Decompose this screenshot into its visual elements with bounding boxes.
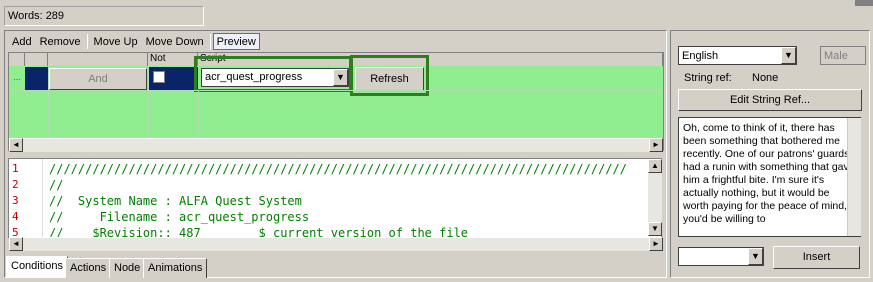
- move-up-button[interactable]: Move Up: [90, 33, 142, 50]
- scroll-right-icon[interactable]: ►: [649, 138, 663, 152]
- tab-node[interactable]: Node: [109, 258, 146, 278]
- scroll-right-icon[interactable]: ►: [649, 237, 663, 251]
- string-ref-value: None: [752, 72, 779, 84]
- insert-token-dropdown[interactable]: ▼: [678, 247, 764, 266]
- language-value: English: [682, 50, 719, 62]
- tab-conditions[interactable]: Conditions: [6, 256, 68, 278]
- script-dropdown[interactable]: acr_quest_progress ▼: [201, 68, 349, 87]
- string-ref-label: String ref:: [684, 72, 732, 84]
- line-number: 2: [12, 178, 19, 191]
- scroll-left-icon[interactable]: ◄: [9, 138, 23, 152]
- grid-col-divider: [48, 66, 49, 138]
- script-preview-editor[interactable]: 1 2 3 4 5 //////////////////////////////…: [8, 158, 662, 238]
- language-dropdown[interactable]: English ▼: [678, 46, 797, 65]
- grid-horizontal-scrollbar[interactable]: [9, 138, 663, 152]
- grid-header-blank: [9, 53, 25, 66]
- text-vertical-scrollbar[interactable]: [847, 118, 861, 236]
- not-checkbox[interactable]: [153, 71, 165, 83]
- dialogue-text-area[interactable]: Oh, come to think of it, there has been …: [678, 117, 861, 237]
- preview-button[interactable]: Preview: [212, 32, 260, 50]
- scroll-down-icon[interactable]: ▼: [648, 222, 662, 236]
- word-count: Words: 289: [4, 6, 204, 26]
- scroll-up-icon[interactable]: ▲: [648, 159, 662, 173]
- code-line: // System Name : ALFA Quest System: [49, 194, 302, 208]
- code-line: // Filename : acr_quest_progress: [49, 210, 310, 224]
- code-line: //: [49, 178, 64, 192]
- insert-button[interactable]: Insert: [773, 246, 860, 269]
- window-edge: [855, 0, 873, 6]
- grid-col-divider: [148, 66, 149, 138]
- grid-col-divider: [198, 90, 199, 138]
- code-line: ////////////////////////////////////////…: [49, 162, 627, 176]
- scroll-left-icon[interactable]: ◄: [9, 237, 23, 251]
- grid-header-operator: [48, 53, 148, 66]
- conditions-toolbar: Add Remove Move Up Move Down Preview: [8, 32, 260, 50]
- refresh-button[interactable]: Refresh: [355, 67, 424, 91]
- toolbar-separator: [86, 33, 88, 49]
- move-down-button[interactable]: Move Down: [142, 33, 208, 50]
- grid-header-not: Not: [148, 53, 198, 66]
- and-operator-button[interactable]: And: [49, 68, 147, 90]
- grid-header-blank: [25, 53, 48, 66]
- script-dropdown-value: acr_quest_progress: [205, 71, 303, 83]
- chevron-down-icon[interactable]: ▼: [748, 248, 763, 265]
- line-number: 4: [12, 210, 19, 223]
- edit-string-ref-button[interactable]: Edit String Ref...: [678, 89, 862, 111]
- gender-dropdown: Male: [820, 46, 866, 65]
- row-selector[interactable]: ...: [9, 67, 25, 90]
- add-button[interactable]: Add: [8, 33, 36, 50]
- tab-actions[interactable]: Actions: [65, 258, 112, 278]
- grid-row-divider: [9, 90, 663, 91]
- line-number: 3: [12, 194, 19, 207]
- chevron-down-icon[interactable]: ▼: [333, 69, 348, 86]
- editor-horizontal-scrollbar[interactable]: [9, 237, 663, 251]
- remove-button[interactable]: Remove: [36, 33, 85, 50]
- tab-animations[interactable]: Animations: [143, 258, 208, 278]
- toolbar-separator: [209, 33, 211, 49]
- chevron-down-icon[interactable]: ▼: [781, 47, 796, 64]
- line-number: 1: [12, 162, 19, 175]
- row-indicator-cell[interactable]: [25, 67, 48, 90]
